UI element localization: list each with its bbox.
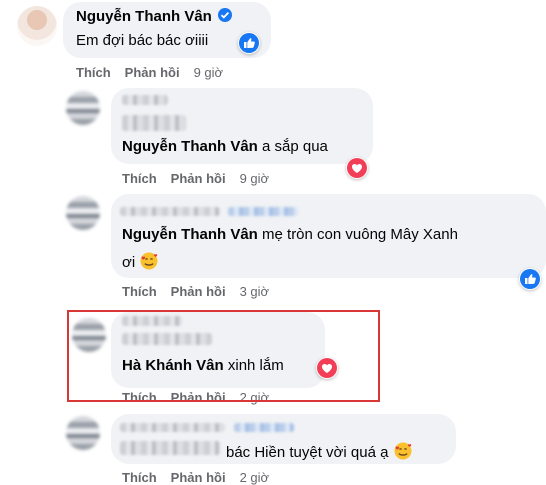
- comment-author[interactable]: Nguyễn Thanh Vân: [76, 8, 233, 25]
- timestamp[interactable]: 9 giờ: [194, 65, 224, 80]
- blurred-text: [122, 115, 186, 131]
- timestamp[interactable]: 3 giờ: [240, 284, 270, 299]
- comment-author[interactable]: Nguyễn Thanh Vân: [122, 226, 258, 243]
- avatar[interactable]: [66, 416, 100, 450]
- avatar[interactable]: [66, 91, 100, 125]
- reply-link[interactable]: Phản hồi: [171, 284, 226, 299]
- comment-text: bác Hiền tuyệt vời quá ạ: [226, 441, 413, 461]
- blurred-text: [120, 441, 220, 455]
- like-link[interactable]: Thích: [76, 65, 111, 80]
- like-link[interactable]: Thích: [122, 171, 157, 186]
- comment-text: Em đợi bác bác ơiiii: [76, 32, 209, 49]
- smiling-face-with-hearts-icon: [393, 441, 413, 461]
- blurred-author: [120, 207, 220, 216]
- blurred-author: [122, 95, 168, 105]
- blurred-mention: [228, 207, 298, 216]
- love-reaction-icon[interactable]: [346, 157, 368, 179]
- avatar[interactable]: [66, 196, 100, 230]
- timestamp[interactable]: 9 giờ: [240, 171, 270, 186]
- comment-text: Nguyễn Thanh Vân mẹ tròn con vuông Mây X…: [122, 226, 458, 243]
- avatar[interactable]: [17, 6, 57, 46]
- comment-text-line2: ơi: [122, 251, 159, 271]
- verified-badge-icon: [218, 8, 233, 22]
- comment-author[interactable]: Nguyễn Thanh Vân: [122, 138, 258, 155]
- comment-text: Nguyễn Thanh Vân a sắp qua: [122, 138, 328, 155]
- smiling-face-with-hearts-icon: [139, 251, 159, 271]
- like-reaction-icon[interactable]: [519, 268, 541, 290]
- comment-actions: Thích Phản hồi 3 giờ: [122, 284, 283, 299]
- blurred-author: [120, 423, 225, 432]
- like-reaction-icon[interactable]: [238, 32, 260, 54]
- like-link[interactable]: Thích: [122, 284, 157, 299]
- reply-link[interactable]: Phản hồi: [171, 171, 226, 186]
- highlight-box: [67, 310, 380, 402]
- reply-link[interactable]: Phản hồi: [125, 65, 180, 80]
- blurred-mention: [234, 423, 294, 432]
- comment-actions: Thích Phản hồi 9 giờ: [76, 65, 237, 80]
- comment-actions: Thích Phản hồi 9 giờ: [122, 171, 283, 186]
